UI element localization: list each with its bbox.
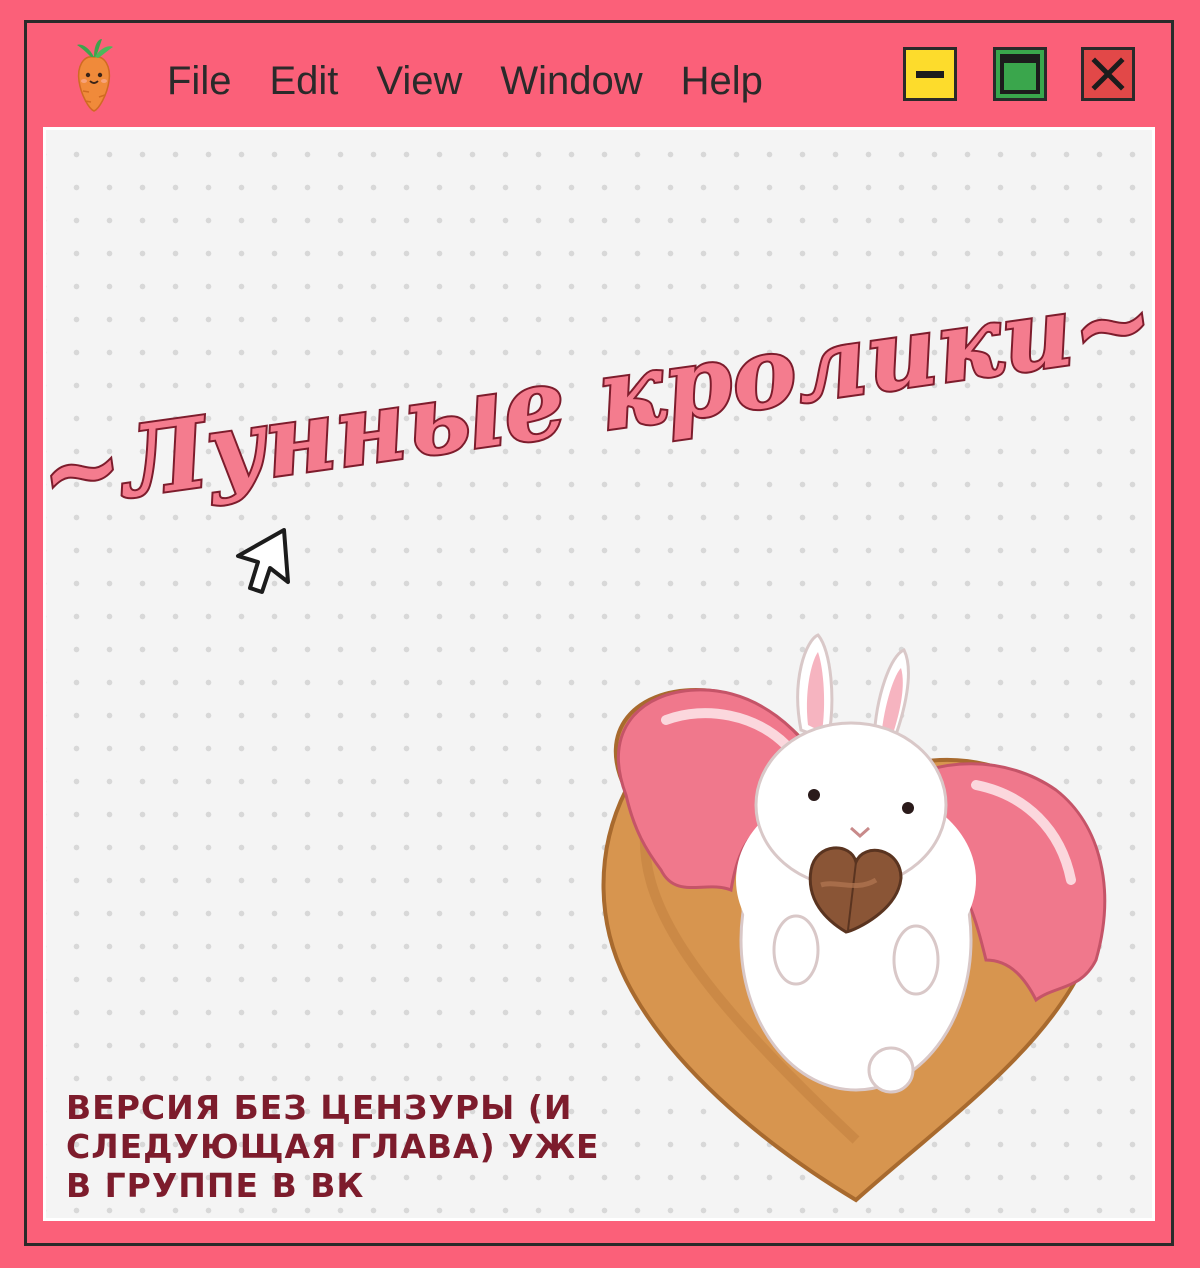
title-bar[interactable]: File Edit View Window Help: [27, 23, 1171, 127]
page-title: ~Лунные кролики~: [46, 280, 1155, 531]
rabbit-heart-donut-illustration: [601, 633, 1107, 1203]
menu-window[interactable]: Window: [500, 57, 642, 105]
menu-help[interactable]: Help: [681, 57, 763, 105]
menu-bar: File Edit View Window Help: [167, 57, 801, 105]
minimize-button[interactable]: [903, 47, 957, 101]
window-content: ~Лунные кролики~ ВЕРСИЯ БЕЗ ЦЕНЗУРЫ (И С…: [43, 127, 1155, 1221]
maximize-button[interactable]: [993, 47, 1047, 101]
uncensored-note: Версия без цензуры (и следующая глава) у…: [66, 1088, 600, 1205]
cursor-arrow-icon: [236, 528, 290, 594]
maximize-icon: [1000, 54, 1040, 94]
menu-file[interactable]: File: [167, 57, 231, 105]
app-window: File Edit View Window Help ~Лунные кроли…: [24, 20, 1174, 1246]
carrot-icon[interactable]: [65, 37, 123, 113]
minimize-icon: [916, 71, 944, 78]
title-banner: ~Лунные кролики~: [46, 280, 1155, 533]
close-button[interactable]: [1081, 47, 1135, 101]
menu-view[interactable]: View: [376, 57, 462, 105]
menu-edit[interactable]: Edit: [269, 57, 338, 105]
close-icon: [1091, 57, 1125, 91]
